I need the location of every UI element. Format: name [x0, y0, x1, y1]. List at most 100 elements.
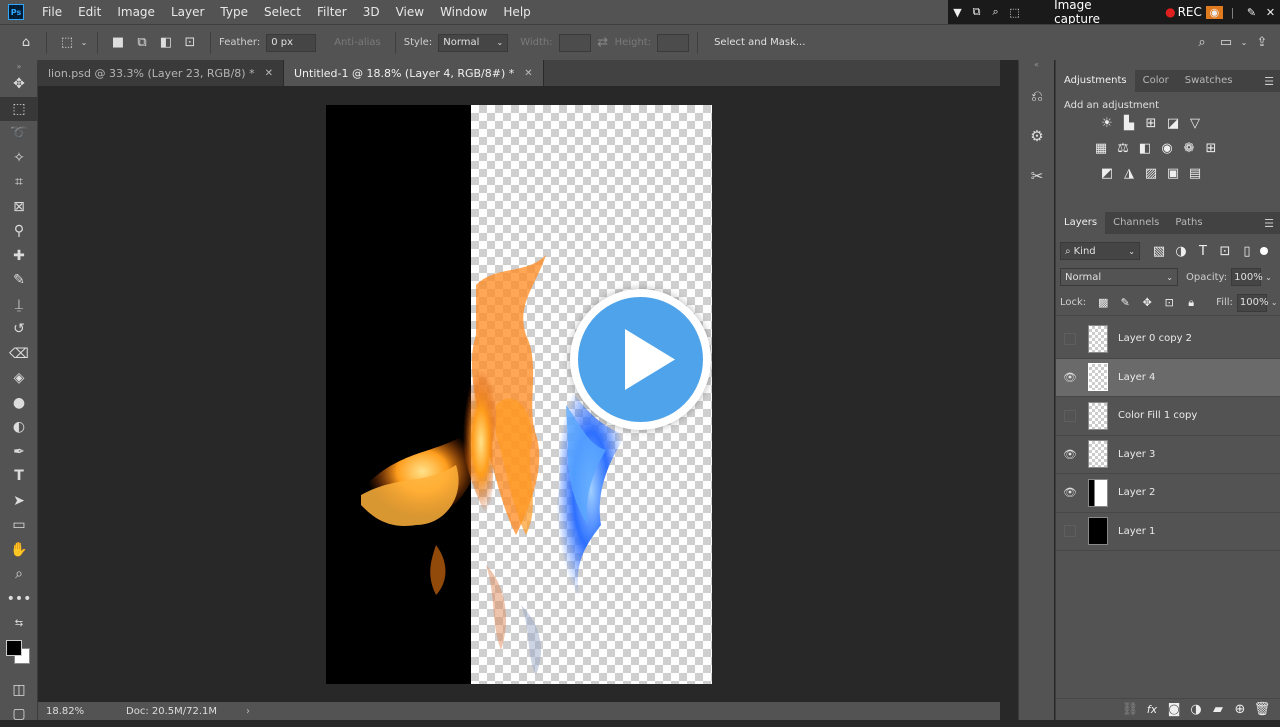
pen-tool-icon[interactable]: ✒ — [0, 440, 38, 465]
opacity-input[interactable]: 100% — [1231, 268, 1263, 286]
tab-untitled[interactable]: Untitled-1 @ 18.8% (Layer 4, RGB/8#) * ✕ — [283, 60, 544, 86]
hand-tool-icon[interactable]: ✋ — [0, 538, 38, 563]
foreground-color-swatch[interactable] — [6, 639, 22, 656]
screen-mode-icon[interactable]: ▢ — [0, 702, 38, 727]
menu-window[interactable]: Window — [432, 0, 495, 24]
layer-row[interactable]: Color Fill 1 copy — [1056, 397, 1280, 436]
curves-icon[interactable]: ⊞ — [1140, 116, 1162, 131]
workspace-icon[interactable]: ▭ — [1214, 31, 1238, 55]
new-layer-icon[interactable]: ⊕ — [1229, 702, 1251, 717]
menu-edit[interactable]: Edit — [70, 0, 109, 24]
tab-adjustments[interactable]: Adjustments — [1056, 70, 1135, 92]
style-select[interactable]: Normal ⌄ — [438, 33, 509, 52]
color-lookup-icon[interactable]: ⊞ — [1200, 141, 1222, 156]
rec-button[interactable]: REC — [1165, 5, 1202, 19]
add-selection-icon[interactable]: ⧉ — [130, 31, 154, 55]
new-selection-icon[interactable]: ■ — [106, 31, 130, 55]
paint-bucket-tool-icon[interactable]: ◈ — [0, 366, 38, 391]
visibility-toggle[interactable] — [1064, 332, 1076, 345]
dodge-tool-icon[interactable]: ◐ — [0, 415, 38, 440]
healing-brush-tool-icon[interactable]: ✚ — [0, 244, 38, 269]
intersect-selection-icon[interactable]: ⊡ — [178, 31, 202, 55]
pen-icon[interactable]: ✎ — [1242, 6, 1261, 19]
region-icon[interactable]: ⬚ — [1005, 6, 1024, 19]
tab-swatches[interactable]: Swatches — [1177, 70, 1241, 92]
menu-select[interactable]: Select — [256, 0, 309, 24]
layer-row[interactable]: 👁︎ Layer 2 — [1056, 474, 1280, 513]
zoom-tool-icon[interactable]: ⌕ — [0, 562, 38, 587]
search-icon[interactable]: ⌕ — [1190, 31, 1214, 55]
lock-all-icon[interactable]: 🔒︎ — [1180, 296, 1202, 310]
layer-row[interactable]: Layer 0 copy 2 — [1056, 320, 1280, 359]
visibility-toggle[interactable] — [1064, 525, 1076, 538]
crop-tool-icon[interactable]: ⌗ — [0, 170, 38, 195]
width-input[interactable] — [558, 33, 591, 52]
chevron-right-icon[interactable]: › — [246, 706, 250, 717]
share-icon[interactable]: ⇪ — [1250, 31, 1274, 55]
menu-3d[interactable]: 3D — [355, 0, 388, 24]
vibrance-icon[interactable]: ▽ — [1184, 116, 1206, 131]
history-brush-tool-icon[interactable]: ↺ — [0, 317, 38, 342]
eyedropper-tool-icon[interactable]: ⚲ — [0, 219, 38, 244]
menu-type[interactable]: Type — [212, 0, 256, 24]
camera-icon[interactable]: ◉ — [1205, 5, 1223, 19]
swap-colors-icon[interactable]: ⇆ — [0, 611, 38, 636]
lock-transparent-icon[interactable]: ▩ — [1092, 296, 1114, 309]
folder-icon[interactable]: ▰ — [1207, 702, 1229, 717]
channel-mixer-icon[interactable]: ❁ — [1178, 141, 1200, 156]
panel-menu-icon[interactable]: ☰ — [1264, 75, 1274, 88]
chevron-down-icon[interactable]: ⌄ — [79, 31, 89, 55]
marquee-preset-icon[interactable]: ⬚ — [55, 31, 79, 55]
hue-saturation-icon[interactable]: ▦ — [1090, 141, 1112, 156]
brush-tool-icon[interactable]: ✎ — [0, 268, 38, 293]
feather-input[interactable]: 0 px — [266, 33, 317, 52]
lock-position-icon[interactable]: ✥ — [1136, 296, 1158, 309]
lock-artboard-icon[interactable]: ⊡ — [1158, 296, 1180, 309]
adjustment-filter-icon[interactable]: ◑ — [1170, 244, 1192, 259]
select-and-mask-button[interactable]: Select and Mask... — [706, 33, 814, 52]
more-tools-icon[interactable]: ••• — [0, 587, 38, 612]
eye-icon[interactable]: 👁︎ — [1056, 486, 1084, 499]
trash-icon[interactable]: 🗑︎ — [1251, 702, 1273, 717]
filter-kind-select[interactable]: ⌕ Kind ⌄ — [1060, 242, 1140, 260]
eraser-tool-icon[interactable]: ⌫ — [0, 342, 38, 367]
move-tool-icon[interactable]: ✥ — [0, 72, 38, 97]
close-icon[interactable]: ✕ — [265, 68, 273, 79]
tab-lion[interactable]: lion.psd @ 33.3% (Layer 23, RGB/8) * ✕ — [38, 60, 284, 86]
tool-presets-icon[interactable]: ✂ — [1019, 156, 1055, 196]
type-tool-icon[interactable]: T — [0, 464, 38, 489]
pixel-filter-icon[interactable]: ▧ — [1148, 244, 1170, 259]
history-icon[interactable]: ⎌ — [1019, 76, 1055, 116]
type-filter-icon[interactable]: T — [1192, 244, 1214, 259]
brightness-icon[interactable]: ☀ — [1096, 116, 1118, 131]
play-button[interactable] — [570, 289, 711, 430]
exposure-icon[interactable]: ◪ — [1162, 116, 1184, 131]
invert-icon[interactable]: ◩ — [1096, 166, 1118, 181]
window-icon[interactable]: ⧉ — [967, 5, 986, 19]
frame-tool-icon[interactable]: ⊠ — [0, 195, 38, 220]
menu-view[interactable]: View — [388, 0, 432, 24]
subtract-selection-icon[interactable]: ◧ — [154, 31, 178, 55]
close-icon[interactable]: ✕ — [1261, 6, 1280, 19]
lock-image-icon[interactable]: ✎ — [1114, 296, 1136, 309]
tab-layers[interactable]: Layers — [1056, 212, 1106, 234]
collapse-icon[interactable]: « — [1019, 60, 1054, 72]
clone-stamp-tool-icon[interactable]: ⍊ — [0, 293, 38, 318]
filter-toggle-icon[interactable] — [1260, 247, 1268, 255]
fill-input[interactable]: 100% — [1236, 293, 1269, 312]
shape-filter-icon[interactable]: ⊡ — [1214, 244, 1236, 259]
tab-color[interactable]: Color — [1135, 70, 1177, 92]
layer-row[interactable]: 👁︎ Layer 4 — [1056, 358, 1280, 397]
levels-icon[interactable]: ▙ — [1118, 116, 1140, 131]
menu-filter[interactable]: Filter — [309, 0, 355, 24]
tab-paths[interactable]: Paths — [1167, 212, 1210, 234]
rectangle-tool-icon[interactable]: ▭ — [0, 513, 38, 538]
panel-menu-icon[interactable]: ☰ — [1264, 217, 1274, 230]
layer-row[interactable]: 👁︎ Layer 3 — [1056, 436, 1280, 474]
threshold-icon[interactable]: ▨ — [1140, 166, 1162, 181]
eye-icon[interactable]: 👁︎ — [1056, 371, 1084, 384]
lasso-tool-icon[interactable]: ➰ — [0, 121, 38, 146]
posterize-icon[interactable]: ◮ — [1118, 166, 1140, 181]
menu-file[interactable]: File — [34, 0, 70, 24]
dropdown-icon[interactable]: ▼ — [948, 6, 967, 19]
